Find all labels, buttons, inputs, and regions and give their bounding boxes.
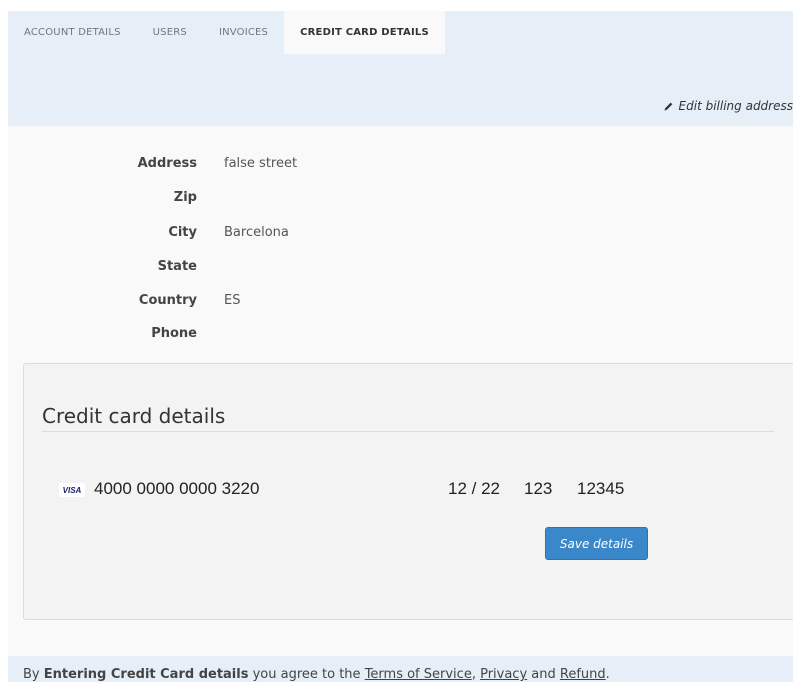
tab-credit-card-details[interactable]: CREDIT CARD DETAILS [284, 11, 445, 54]
card-zip-input[interactable]: 12345 [577, 479, 624, 499]
zip-label: Zip [173, 189, 197, 205]
city-value: Barcelona [224, 224, 289, 240]
card-expiry-input[interactable]: 12 / 22 [448, 479, 500, 499]
state-label: State [157, 258, 197, 274]
phone-row: Phone [8, 323, 224, 343]
country-value: ES [224, 292, 241, 308]
footer-band: By Entering Credit Card details you agre… [8, 656, 793, 682]
pencil-icon [664, 102, 672, 111]
notice-and: and [527, 667, 560, 682]
tab-invoices[interactable]: INVOICES [203, 11, 284, 54]
visa-card-icon: VISA [59, 483, 85, 497]
city-label: City [168, 224, 197, 240]
city-row: City Barcelona [8, 222, 289, 242]
tab-bar: ACCOUNT DETAILS USERS INVOICES CREDIT CA… [8, 11, 793, 54]
save-details-button[interactable]: Save details [545, 527, 648, 560]
notice-prefix: By [23, 667, 44, 682]
refund-link[interactable]: Refund [560, 667, 606, 682]
credit-card-title: Credit card details [42, 404, 226, 428]
billing-panel: ACCOUNT DETAILS USERS INVOICES CREDIT CA… [8, 11, 793, 682]
header-band [8, 54, 793, 126]
address-label: Address [137, 155, 197, 171]
edit-billing-address-link[interactable]: Edit billing address [663, 99, 793, 113]
card-cvc-input[interactable]: 123 [524, 479, 552, 499]
country-label: Country [138, 292, 197, 308]
state-row: State [8, 256, 224, 276]
title-divider [42, 431, 774, 432]
notice-period: . [605, 667, 610, 682]
zip-row: Zip [8, 187, 224, 207]
tab-users[interactable]: USERS [137, 11, 203, 54]
edit-billing-address-label: Edit billing address [678, 99, 793, 113]
address-row: Address false street [8, 153, 297, 173]
tab-account-details[interactable]: ACCOUNT DETAILS [8, 11, 137, 54]
terms-of-service-link[interactable]: Terms of Service [365, 667, 472, 682]
notice-bold: Entering Credit Card details [43, 667, 249, 682]
credit-card-well: Credit card details VISA 4000 0000 0000 … [23, 363, 793, 620]
terms-notice: By Entering Credit Card details you agre… [23, 667, 610, 682]
card-number-input[interactable]: 4000 0000 0000 3220 [94, 479, 259, 499]
phone-label: Phone [151, 325, 197, 341]
country-row: Country ES [8, 290, 241, 310]
privacy-link[interactable]: Privacy [480, 667, 527, 682]
address-value: false street [224, 155, 298, 171]
notice-middle: you agree to the [248, 667, 365, 682]
notice-comma: , [471, 667, 481, 682]
